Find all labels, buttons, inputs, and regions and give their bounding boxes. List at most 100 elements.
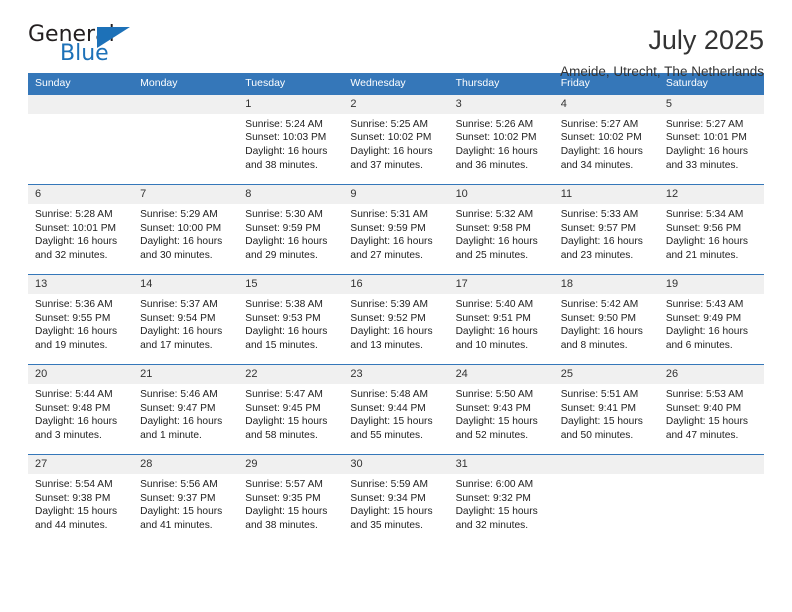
calendar-day-cell[interactable]: 31 Sunrise: 6:00 AM Sunset: 9:32 PM Dayligh… — [448, 454, 554, 545]
day-number: 4 — [553, 94, 659, 114]
calendar-day-cell[interactable]: 9 Sunrise: 5:31 AM Sunset: 9:59 PM Daylight… — [343, 184, 449, 275]
sunrise-text: Sunrise: 5:59 AM — [350, 479, 429, 491]
daylight-text: Daylight: 15 hours and 47 minutes. — [665, 416, 748, 442]
calendar-page: General Blue July 2025 Ameide, Utrecht, … — [0, 0, 792, 612]
day-number: 14 — [133, 275, 239, 295]
day-details: Sunrise: 5:36 AM Sunset: 9:55 PM Daylight:… — [28, 294, 133, 352]
calendar-day-cell[interactable]: 12 Sunrise: 5:34 AM Sunset: 9:56 PM Dayligh… — [658, 184, 764, 275]
calendar-day-cell[interactable]: 26 Sunrise: 5:53 AM Sunset: 9:40 PM Dayligh… — [658, 364, 764, 455]
day-details: Sunrise: 5:26 AM Sunset: 10:02 PM Daylight… — [449, 114, 554, 172]
calendar-day-cell[interactable]: 14 Sunrise: 5:37 AM Sunset: 9:54 PM Dayligh… — [133, 274, 239, 365]
general-blue-logo[interactable]: General Blue — [28, 24, 148, 72]
calendar-day-cell[interactable]: 25 Sunrise: 5:51 AM Sunset: 9:41 PM Dayligh… — [553, 364, 659, 455]
day-details: Sunrise: 5:59 AM Sunset: 9:34 PM Daylight:… — [343, 474, 448, 532]
day-number: 24 — [448, 365, 554, 385]
calendar-day-cell[interactable]: 3 Sunrise: 5:26 AM Sunset: 10:02 PM Dayligh… — [448, 94, 554, 185]
day-number — [133, 94, 239, 114]
day-number: 28 — [133, 455, 239, 475]
calendar-day-cell[interactable]: 4 Sunrise: 5:27 AM Sunset: 10:02 PM Dayligh… — [553, 94, 659, 185]
sunrise-text: Sunrise: 5:43 AM — [665, 299, 744, 311]
calendar-day-cell[interactable]: 1 Sunrise: 5:24 AM Sunset: 10:03 PM Dayligh… — [238, 94, 344, 185]
calendar-day-cell[interactable]: 5 Sunrise: 5:27 AM Sunset: 10:01 PM Dayligh… — [658, 94, 764, 185]
sunrise-text: Sunrise: 5:31 AM — [350, 209, 429, 221]
day-details: Sunrise: 5:37 AM Sunset: 9:54 PM Daylight:… — [133, 294, 238, 352]
sunset-text: Sunset: 9:40 PM — [665, 402, 742, 414]
calendar-day-cell[interactable]: 16 Sunrise: 5:39 AM Sunset: 9:52 PM Dayligh… — [343, 274, 449, 365]
calendar-day-cell[interactable]: 10 Sunrise: 5:32 AM Sunset: 9:58 PM Dayligh… — [448, 184, 554, 275]
day-number: 26 — [658, 365, 764, 385]
day-number: 25 — [553, 365, 659, 385]
day-number: 20 — [28, 365, 134, 385]
day-details: Sunrise: 5:50 AM Sunset: 9:43 PM Daylight:… — [449, 384, 554, 442]
sunset-text: Sunset: 9:53 PM — [245, 312, 321, 324]
sunset-text: Sunset: 9:48 PM — [35, 402, 111, 414]
daylight-text: Daylight: 16 hours and 36 minutes. — [455, 145, 538, 171]
sunrise-text: Sunrise: 5:47 AM — [245, 389, 323, 401]
day-number: 17 — [448, 275, 554, 295]
day-details: Sunrise: 5:38 AM Sunset: 9:53 PM Daylight:… — [238, 294, 343, 352]
calendar-day-cell[interactable]: 19 Sunrise: 5:43 AM Sunset: 9:49 PM Dayligh… — [658, 274, 764, 365]
calendar-day-cell[interactable]: 2 Sunrise: 5:25 AM Sunset: 10:02 PM Dayligh… — [343, 94, 449, 185]
calendar-day-cell[interactable]: 23 Sunrise: 5:48 AM Sunset: 9:44 PM Dayligh… — [343, 364, 449, 455]
calendar-day-cell[interactable]: 20 Sunrise: 5:44 AM Sunset: 9:48 PM Dayligh… — [28, 364, 134, 455]
sunset-text: Sunset: 9:47 PM — [140, 402, 216, 414]
sunrise-text: Sunrise: 5:56 AM — [140, 479, 218, 491]
sunrise-text: Sunrise: 5:27 AM — [665, 118, 744, 130]
day-number: 22 — [238, 365, 344, 385]
daylight-text: Daylight: 15 hours and 41 minutes. — [140, 506, 223, 532]
day-details: Sunrise: 5:57 AM Sunset: 9:35 PM Daylight:… — [238, 474, 343, 532]
calendar-week-row: 20 Sunrise: 5:44 AM Sunset: 9:48 PM Dayligh… — [28, 364, 764, 455]
calendar-day-cell[interactable]: 11 Sunrise: 5:33 AM Sunset: 9:57 PM Dayligh… — [553, 184, 659, 275]
daylight-text: Daylight: 15 hours and 50 minutes. — [560, 416, 643, 442]
day-number: 3 — [448, 94, 554, 114]
calendar-day-cell[interactable]: 29 Sunrise: 5:57 AM Sunset: 9:35 PM Dayligh… — [238, 454, 344, 545]
calendar-day-cell[interactable]: 27 Sunrise: 5:54 AM Sunset: 9:38 PM Dayligh… — [28, 454, 134, 545]
day-details: Sunrise: 5:25 AM Sunset: 10:02 PM Daylight… — [343, 114, 448, 172]
calendar-day-cell[interactable]: 6 Sunrise: 5:28 AM Sunset: 10:01 PM Dayligh… — [28, 184, 134, 275]
calendar-day-cell[interactable]: 30 Sunrise: 5:59 AM Sunset: 9:34 PM Dayligh… — [343, 454, 449, 545]
sunrise-text: Sunrise: 5:36 AM — [35, 299, 113, 311]
calendar-body: 1 Sunrise: 5:24 AM Sunset: 10:03 PM Dayligh… — [28, 94, 764, 545]
sunrise-text: Sunrise: 5:57 AM — [245, 479, 323, 491]
sunrise-text: Sunrise: 5:24 AM — [245, 118, 323, 130]
calendar-day-cell[interactable]: 7 Sunrise: 5:29 AM Sunset: 10:00 PM Dayligh… — [133, 184, 239, 275]
weekday-header-wednesday: Wednesday — [343, 73, 449, 95]
day-number: 7 — [133, 185, 239, 205]
calendar-day-cell[interactable]: 15 Sunrise: 5:38 AM Sunset: 9:53 PM Dayligh… — [238, 274, 344, 365]
sunrise-text: Sunrise: 5:50 AM — [455, 389, 534, 401]
daylight-text: Daylight: 15 hours and 38 minutes. — [245, 506, 328, 532]
day-number: 5 — [658, 94, 764, 114]
calendar-day-cell[interactable]: 17 Sunrise: 5:40 AM Sunset: 9:51 PM Dayligh… — [448, 274, 554, 365]
sunrise-text: Sunrise: 5:38 AM — [245, 299, 323, 311]
calendar-day-cell[interactable]: 22 Sunrise: 5:47 AM Sunset: 9:45 PM Dayligh… — [238, 364, 344, 455]
sunset-text: Sunset: 9:43 PM — [455, 402, 531, 414]
day-details: Sunrise: 5:44 AM Sunset: 9:48 PM Daylight:… — [28, 384, 133, 442]
logo-word-blue: Blue — [60, 41, 109, 66]
sunset-text: Sunset: 9:59 PM — [245, 222, 321, 234]
sunrise-text: Sunrise: 5:44 AM — [35, 389, 113, 401]
calendar-day-cell[interactable]: 13 Sunrise: 5:36 AM Sunset: 9:55 PM Dayligh… — [28, 274, 134, 365]
daylight-text: Daylight: 15 hours and 32 minutes. — [455, 506, 538, 532]
calendar-day-cell[interactable]: 18 Sunrise: 5:42 AM Sunset: 9:50 PM Dayligh… — [553, 274, 659, 365]
sunrise-text: Sunrise: 5:39 AM — [350, 299, 429, 311]
calendar-grid: Sunday Monday Tuesday Wednesday Thursday Frid… — [28, 73, 764, 545]
sunset-text: Sunset: 10:00 PM — [140, 222, 222, 234]
calendar-empty-cell — [28, 94, 134, 185]
day-number: 31 — [448, 455, 554, 475]
calendar-day-cell[interactable]: 28 Sunrise: 5:56 AM Sunset: 9:37 PM Dayligh… — [133, 454, 239, 545]
calendar-empty-cell — [658, 454, 764, 545]
day-details: Sunrise: 5:31 AM Sunset: 9:59 PM Daylight:… — [343, 204, 448, 262]
calendar-day-cell[interactable]: 24 Sunrise: 5:50 AM Sunset: 9:43 PM Dayligh… — [448, 364, 554, 455]
daylight-text: Daylight: 16 hours and 21 minutes. — [665, 236, 748, 262]
sunset-text: Sunset: 9:45 PM — [245, 402, 321, 414]
calendar-day-cell[interactable]: 8 Sunrise: 5:30 AM Sunset: 9:59 PM Daylight… — [238, 184, 344, 275]
sunrise-text: Sunrise: 5:25 AM — [350, 118, 429, 130]
day-number — [658, 455, 764, 475]
daylight-text: Daylight: 16 hours and 15 minutes. — [245, 326, 328, 352]
day-number: 12 — [658, 185, 764, 205]
daylight-text: Daylight: 16 hours and 25 minutes. — [455, 236, 538, 262]
day-details: Sunrise: 5:39 AM Sunset: 9:52 PM Daylight:… — [343, 294, 448, 352]
sunset-text: Sunset: 9:51 PM — [455, 312, 531, 324]
calendar-day-cell[interactable]: 21 Sunrise: 5:46 AM Sunset: 9:47 PM Dayligh… — [133, 364, 239, 455]
day-number: 13 — [28, 275, 134, 295]
